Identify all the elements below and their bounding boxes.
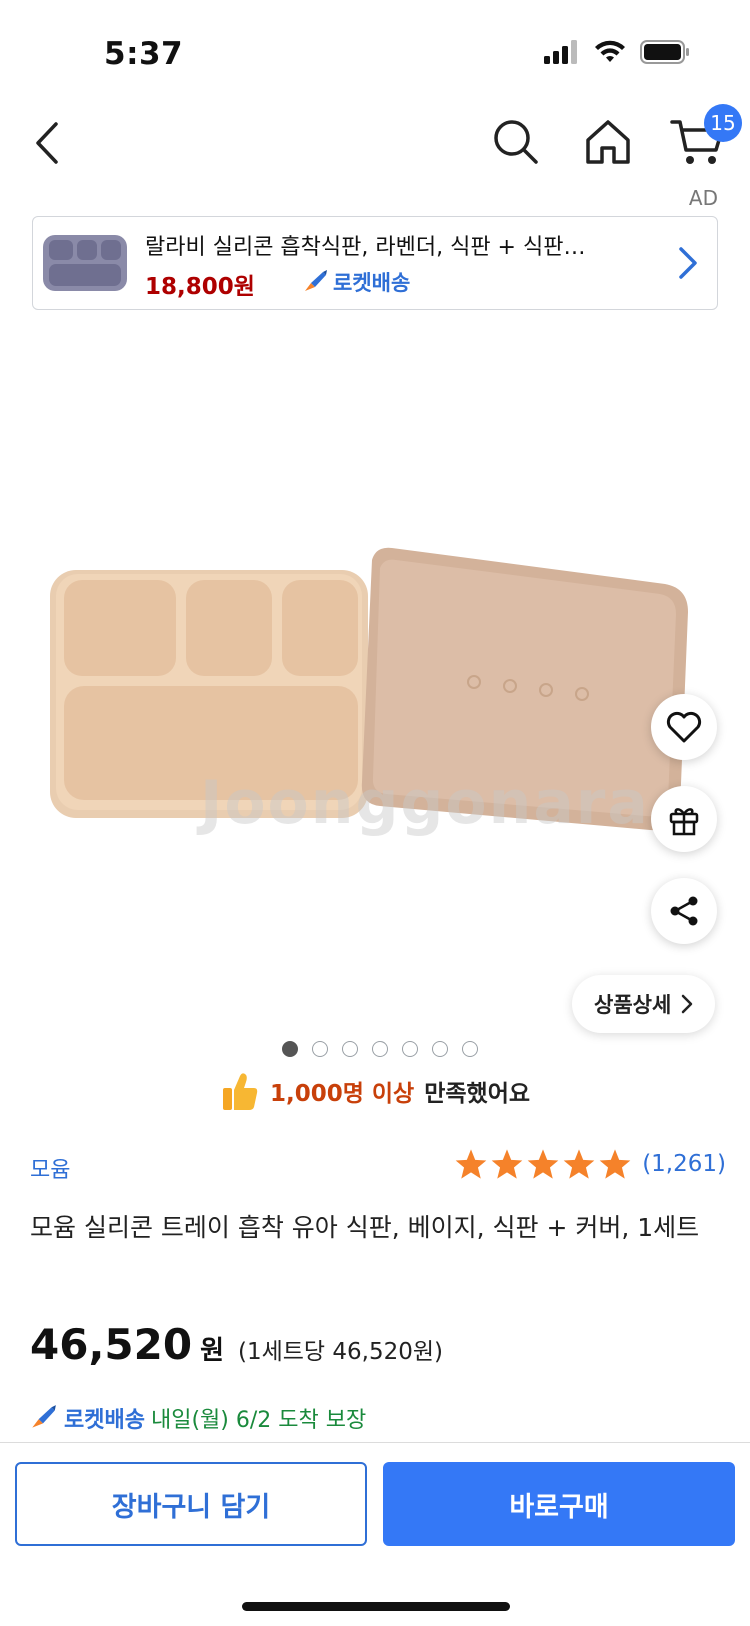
top-navigation (0, 100, 750, 190)
rating-count[interactable]: (1,261) (642, 1151, 726, 1177)
pagination-dot[interactable] (312, 1041, 328, 1057)
unit-price: (1세트당 46,520원) (238, 1339, 444, 1365)
star-icon (455, 1149, 487, 1179)
status-time: 5:37 (104, 36, 184, 72)
delivery-date: 내일(월) 6/2 도착 보장 (150, 1408, 367, 1433)
satisfaction-text: 만족했어요 (424, 1081, 531, 1107)
battery-icon (640, 40, 689, 64)
ad-label: AD (688, 186, 718, 210)
ad-price: 18,800원 (145, 274, 255, 300)
pagination-dot[interactable] (282, 1041, 298, 1057)
heart-icon (666, 711, 702, 743)
divider (0, 1442, 750, 1443)
share-icon (670, 896, 698, 926)
pagination-dot[interactable] (372, 1041, 388, 1057)
status-icons (544, 40, 690, 64)
price-row: 46,520 원 (1세트당 46,520원) (30, 1320, 443, 1369)
wifi-icon (595, 40, 625, 62)
product-image[interactable] (0, 320, 750, 1010)
home-icon[interactable] (580, 114, 636, 170)
cellular-signal-icon (544, 40, 577, 64)
share-button[interactable] (651, 878, 717, 944)
brand-link[interactable]: 모윰 (30, 1152, 70, 1184)
thumbs-up-icon (222, 1073, 258, 1110)
delivery-info: 로켓배송 내일(월) 6/2 도착 보장 (28, 1402, 366, 1434)
pagination-dot[interactable] (402, 1041, 418, 1057)
pagination-dot[interactable] (432, 1041, 448, 1057)
add-to-cart-button[interactable]: 장바구니 담기 (15, 1462, 367, 1546)
back-icon[interactable] (28, 118, 68, 168)
product-photo (50, 547, 688, 831)
product-title: 모윰 실리콘 트레이 흡착 유아 식판, 베이지, 식판 + 커버, 1세트 (30, 1213, 700, 1242)
wishlist-button[interactable] (651, 694, 717, 760)
rocket-delivery-label: 로켓배송 (64, 1408, 145, 1433)
rocket-icon (305, 270, 327, 291)
star-icon (527, 1149, 559, 1179)
pagination-dot[interactable] (462, 1041, 478, 1057)
ad-product-thumbnail (43, 235, 127, 291)
product-detail-label: 상품상세 (594, 993, 672, 1017)
chevron-right-icon[interactable] (677, 245, 699, 281)
image-pagination (0, 1041, 750, 1057)
product-detail-button[interactable]: 상품상세 (572, 975, 716, 1033)
ad-banner[interactable]: 랄라비 실리콘 흡착식판, 라벤더, 식판 + 식판… 18,800원 로켓배송 (32, 216, 718, 310)
gift-button[interactable] (651, 786, 717, 852)
cart-count-badge: 15 (704, 104, 742, 142)
ad-title: 랄라비 실리콘 흡착식판, 라벤더, 식판 + 식판… (145, 235, 586, 260)
price-currency: 원 (200, 1336, 224, 1366)
home-indicator[interactable] (242, 1602, 510, 1611)
rocket-icon (32, 1405, 56, 1428)
ad-rocket-delivery: 로켓배송 (301, 267, 410, 297)
watermark: Joonggonara (200, 768, 650, 838)
buy-now-button[interactable]: 바로구매 (383, 1462, 735, 1546)
satisfaction-banner: 1,000명 이상 만족했어요 (0, 1070, 750, 1112)
rating[interactable]: (1,261) (454, 1148, 726, 1180)
star-icon (563, 1149, 595, 1179)
gift-icon (669, 808, 699, 836)
status-bar: 5:37 (0, 0, 750, 100)
ad-rocket-label: 로켓배송 (333, 271, 411, 295)
star-icon (599, 1149, 631, 1179)
pagination-dot[interactable] (342, 1041, 358, 1057)
product-price: 46,520 (30, 1320, 193, 1369)
search-icon[interactable] (488, 114, 544, 170)
chevron-right-icon (682, 994, 693, 1014)
satisfaction-count: 1,000명 이상 (269, 1081, 415, 1107)
star-icon (491, 1149, 523, 1179)
